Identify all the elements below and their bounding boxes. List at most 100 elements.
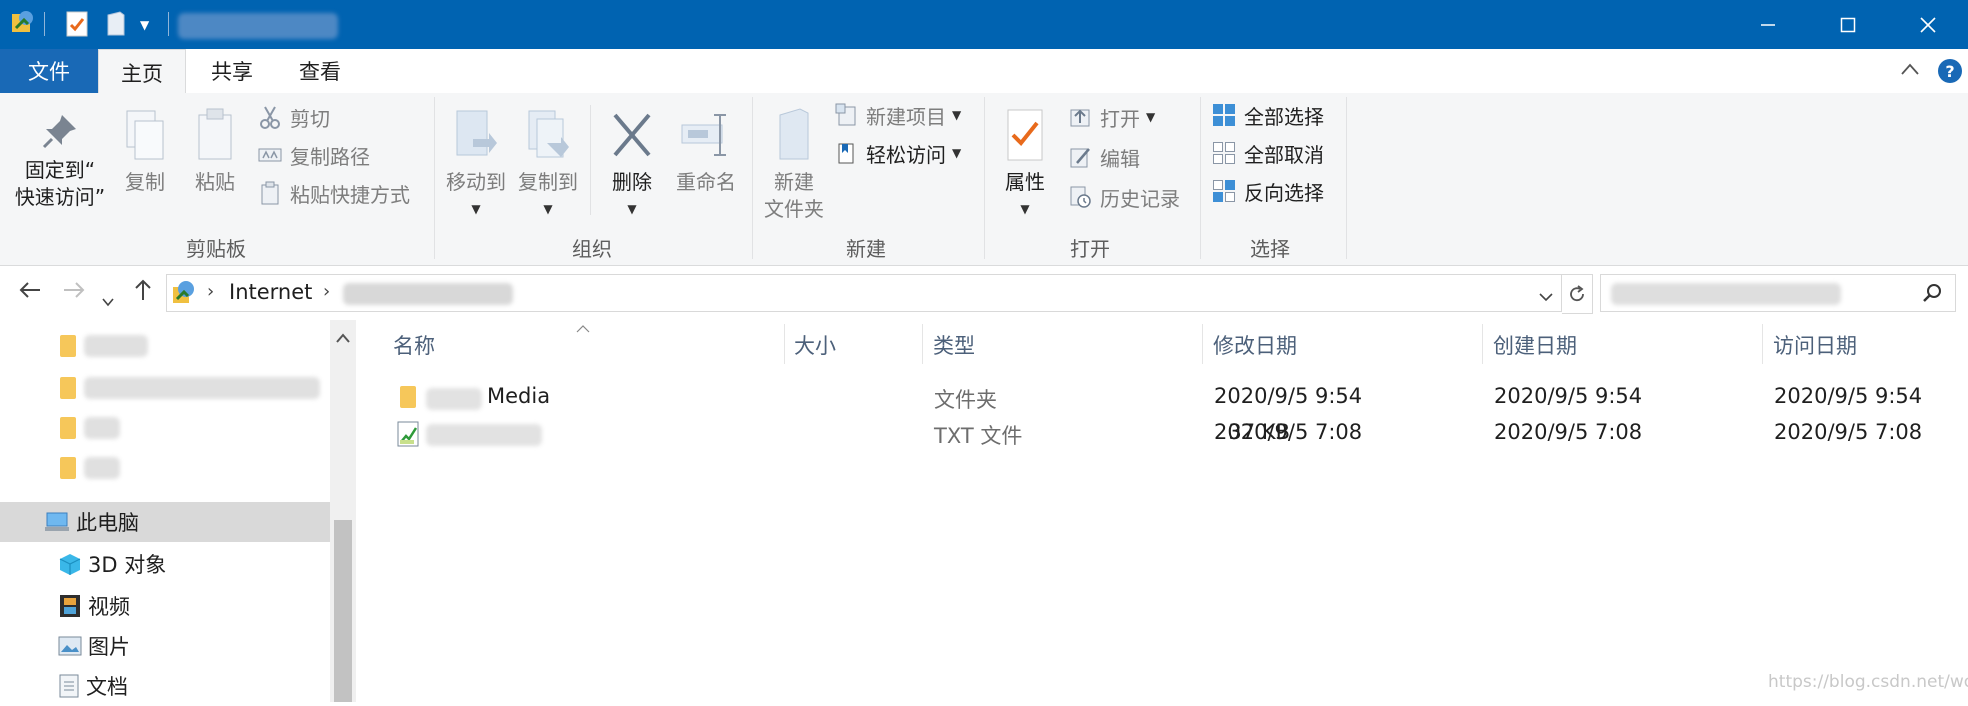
paste-button[interactable]: 粘贴 bbox=[186, 107, 244, 196]
help-icon: ? bbox=[1945, 61, 1955, 81]
ribbon-tab-row: 文件 主页 共享 查看 ? bbox=[0, 49, 1968, 95]
address-dropdown-button[interactable] bbox=[1539, 287, 1553, 306]
nav-documents-label: 文档 bbox=[86, 675, 128, 699]
customize-quick-access-icon[interactable]: ▼ bbox=[140, 18, 149, 32]
new-item-label: 新建项目 bbox=[866, 104, 946, 129]
nav-folder-redacted-1[interactable] bbox=[0, 326, 330, 366]
close-icon bbox=[1920, 16, 1936, 33]
invert-selection-label: 反向选择 bbox=[1244, 180, 1324, 205]
tab-view[interactable]: 查看 bbox=[278, 49, 362, 93]
paste-icon bbox=[193, 107, 237, 163]
minimize-button[interactable] bbox=[1728, 0, 1808, 49]
paste-shortcut-button[interactable]: 粘贴快捷方式 bbox=[258, 177, 410, 209]
select-none-button[interactable]: 全部取消 bbox=[1212, 137, 1324, 169]
select-group-label: 选择 bbox=[1250, 237, 1290, 261]
copy-to-button[interactable]: 复制到 ▼ bbox=[514, 107, 582, 223]
edit-label: 编辑 bbox=[1100, 146, 1140, 171]
search-input[interactable] bbox=[1600, 274, 1956, 312]
file-type: 文件夹 bbox=[934, 388, 997, 412]
arrow-right-icon bbox=[64, 282, 85, 298]
chevron-down-icon bbox=[102, 298, 114, 307]
nav-pictures[interactable]: 图片 bbox=[0, 626, 330, 666]
history-icon bbox=[1068, 185, 1092, 209]
collapse-ribbon-button[interactable] bbox=[1900, 61, 1920, 80]
cut-button[interactable]: 剪切 bbox=[258, 101, 330, 133]
forward-button[interactable] bbox=[62, 278, 86, 309]
open-group-label: 打开 bbox=[1070, 237, 1110, 261]
help-button[interactable]: ? bbox=[1938, 59, 1962, 83]
nav-videos[interactable]: 视频 bbox=[0, 586, 330, 626]
select-all-button[interactable]: 全部选择 bbox=[1212, 99, 1324, 131]
pin-to-quick-access-button[interactable]: 固定到“ 快速访问” bbox=[10, 111, 110, 211]
folder-icon bbox=[60, 335, 76, 357]
edit-button[interactable]: 编辑 bbox=[1068, 141, 1140, 173]
column-header-size[interactable]: 大小 bbox=[794, 330, 836, 360]
nav-folder-redacted-3[interactable] bbox=[0, 408, 330, 448]
invert-selection-button[interactable]: 反向选择 bbox=[1212, 175, 1324, 207]
easy-access-button[interactable]: 轻松访问 ▼ bbox=[834, 137, 961, 169]
delete-icon bbox=[609, 107, 655, 163]
copy-path-button[interactable]: 复制路径 bbox=[258, 139, 370, 171]
nav-this-pc[interactable]: 此电脑 bbox=[0, 502, 330, 542]
up-button[interactable] bbox=[132, 278, 154, 309]
paste-label: 粘贴 bbox=[195, 170, 235, 194]
properties-quick-icon[interactable] bbox=[66, 11, 88, 37]
file-modified: 2020/9/5 9:54 bbox=[1214, 384, 1363, 408]
refresh-button[interactable] bbox=[1562, 274, 1593, 314]
breadcrumb-internet[interactable]: Internet bbox=[229, 280, 312, 304]
new-folder-button[interactable]: 新建 文件夹 bbox=[758, 107, 830, 223]
open-button[interactable]: 打开 ▼ bbox=[1068, 101, 1155, 133]
column-header-name[interactable]: 名称 bbox=[393, 330, 435, 360]
paste-shortcut-label: 粘贴快捷方式 bbox=[290, 182, 410, 207]
scroll-up-icon[interactable] bbox=[336, 328, 350, 347]
minimize-icon bbox=[1761, 23, 1775, 26]
new-folder-quick-icon[interactable] bbox=[106, 11, 126, 37]
nav-folder-redacted-2[interactable] bbox=[0, 368, 330, 408]
new-item-button[interactable]: 新建项目 ▼ bbox=[834, 99, 961, 131]
copy-to-icon bbox=[525, 107, 571, 163]
open-label: 打开 bbox=[1100, 106, 1140, 131]
picture-icon bbox=[58, 635, 82, 657]
recent-locations-button[interactable] bbox=[102, 284, 114, 314]
folder-icon bbox=[60, 377, 76, 399]
scroll-thumb[interactable] bbox=[334, 520, 352, 702]
nav-scrollbar[interactable] bbox=[330, 320, 356, 702]
history-button[interactable]: 历史记录 bbox=[1068, 181, 1180, 213]
nav-3d-objects[interactable]: 3D 对象 bbox=[0, 544, 330, 584]
close-button[interactable] bbox=[1888, 0, 1968, 49]
tab-file[interactable]: 文件 bbox=[0, 49, 98, 93]
properties-button[interactable]: 属性 ▼ bbox=[994, 107, 1056, 223]
maximize-button[interactable] bbox=[1808, 0, 1888, 49]
column-header-accessed[interactable]: 访问日期 bbox=[1773, 330, 1857, 360]
new-group-label: 新建 bbox=[846, 237, 886, 261]
file-modified: 2020/9/5 7:08 bbox=[1214, 420, 1363, 444]
clipboard-group-label: 剪贴板 bbox=[186, 237, 246, 261]
text-file-icon bbox=[396, 420, 422, 448]
search-icon[interactable] bbox=[1923, 283, 1943, 307]
app-icon[interactable] bbox=[10, 8, 36, 36]
file-created: 2020/9/5 7:08 bbox=[1494, 420, 1643, 444]
tab-home[interactable]: 主页 bbox=[98, 49, 186, 95]
move-to-button[interactable]: 移动到 ▼ bbox=[442, 107, 510, 223]
table-row[interactable]: Media 文件夹 2020/9/5 9:54 2020/9/5 9:54 20… bbox=[380, 382, 1968, 418]
file-name-redacted bbox=[426, 388, 482, 410]
select-all-icon bbox=[1212, 103, 1236, 127]
nav-documents[interactable]: 文档 bbox=[0, 666, 330, 706]
chevron-down-icon bbox=[1539, 293, 1553, 302]
nav-folder-redacted-4[interactable] bbox=[0, 448, 330, 488]
tab-share[interactable]: 共享 bbox=[190, 49, 274, 93]
table-row[interactable]: 37 KB TXT 文件 2020/9/5 7:08 2020/9/5 7:08… bbox=[380, 418, 1968, 454]
copy-button[interactable]: 复制 bbox=[118, 107, 172, 196]
rename-button[interactable]: 重命名 bbox=[670, 107, 742, 196]
window-title-redacted bbox=[178, 13, 338, 39]
file-name-redacted bbox=[426, 424, 542, 446]
internet-icon bbox=[171, 279, 197, 305]
address-bar[interactable]: › Internet › bbox=[166, 274, 1562, 312]
column-header-modified[interactable]: 修改日期 bbox=[1213, 330, 1297, 360]
history-label: 历史记录 bbox=[1100, 186, 1180, 211]
chevron-up-icon bbox=[1901, 63, 1919, 75]
column-header-type[interactable]: 类型 bbox=[933, 330, 975, 360]
back-button[interactable] bbox=[18, 278, 42, 309]
delete-button[interactable]: 删除 ▼ bbox=[604, 107, 660, 223]
column-header-created[interactable]: 创建日期 bbox=[1493, 330, 1577, 360]
